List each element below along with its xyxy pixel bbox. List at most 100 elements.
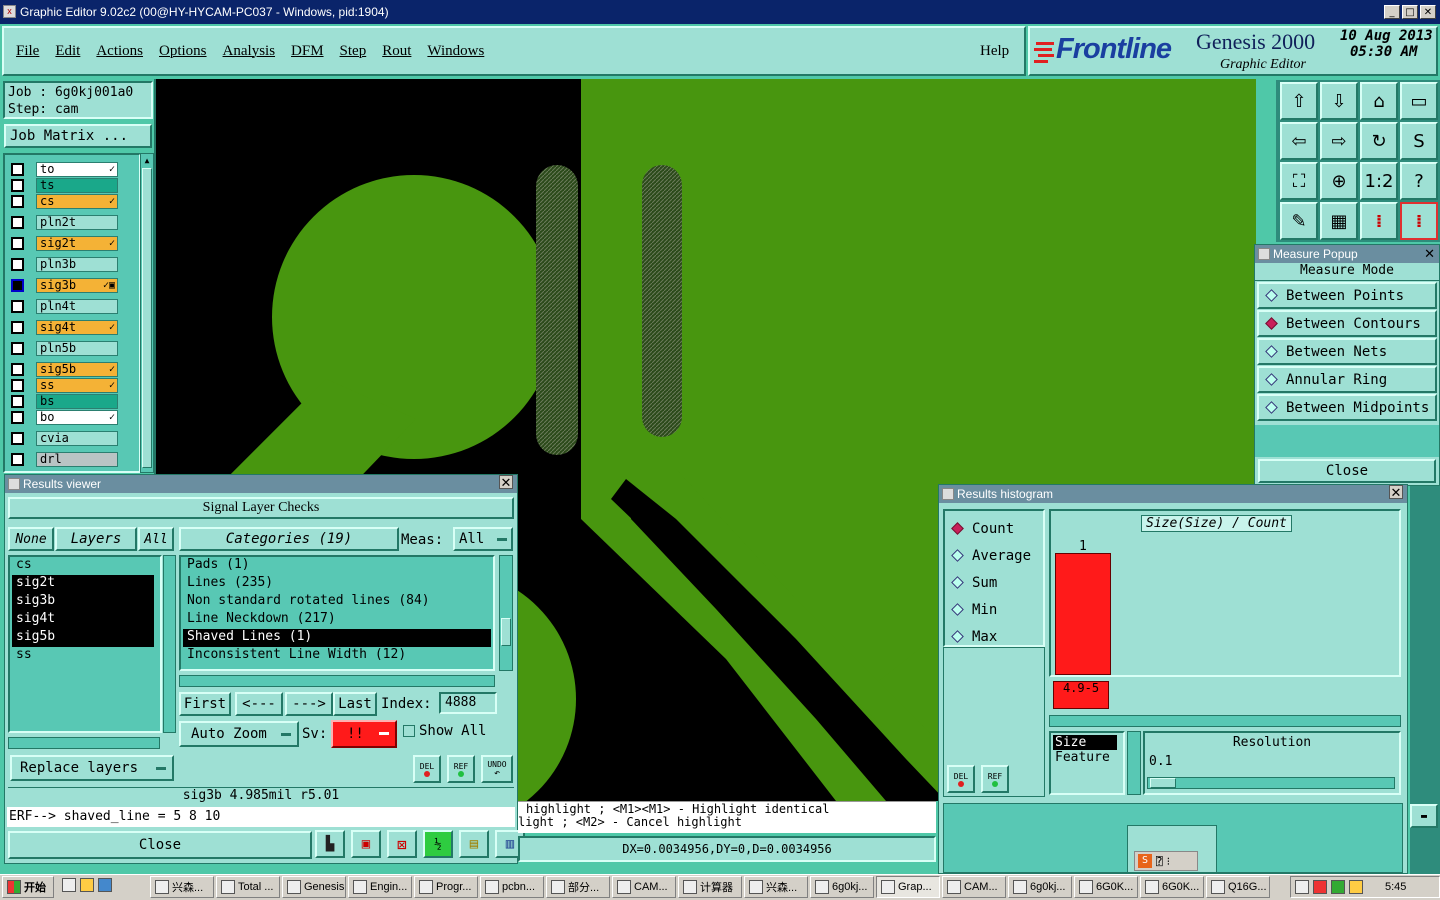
layer-name[interactable]: sig5b ✓ [36,361,118,377]
up-icon[interactable]: ⇧ [1280,82,1318,120]
menu-help[interactable]: Help [980,43,1009,60]
layer-scrollbar[interactable]: ▲ [140,153,154,473]
measure-option[interactable]: Between Nets [1257,338,1437,365]
layer-name[interactable]: to ✓ [36,161,118,177]
taskbar-item[interactable]: 兴森... [150,876,214,898]
measure-close-button[interactable]: Close [1258,459,1436,483]
layer-row-pln3b[interactable]: pln3b [11,256,118,272]
layer-checkbox[interactable] [11,299,24,313]
taskbar-item[interactable]: Engin... [348,876,412,898]
dropdown-icon[interactable]: ⁝ [1167,855,1171,868]
home-icon[interactable]: ⌂ [1360,82,1398,120]
layer-row-sig5b[interactable]: sig5b ✓ [11,361,118,377]
menu-dfm[interactable]: DFM [291,43,324,60]
taskbar-item[interactable]: pcbn... [480,876,544,898]
highlight-tool-icon[interactable]: ▙ [315,830,345,858]
record-tool-icon[interactable]: ▣ [351,830,381,858]
category-item[interactable]: Non standard rotated lines (84) [183,593,491,611]
menu-rout[interactable]: Rout [382,43,411,60]
histogram-bar[interactable] [1055,553,1111,675]
result-layer-item[interactable]: sig2t [12,575,154,593]
layer-name[interactable]: bo ✓ [36,409,118,425]
layer-name[interactable]: sig3b ✓▣ [36,277,118,293]
layer-name[interactable]: pln2t [36,214,118,230]
clock-app-icon[interactable] [80,878,94,892]
one-to-two-icon[interactable]: 1:2 [1360,162,1398,200]
taskbar-item[interactable]: CAM... [612,876,676,898]
del-button[interactable]: DEL [413,755,441,783]
category-vscroll[interactable] [499,555,513,671]
taskbar-item[interactable]: Grap... [876,876,940,898]
layer-row-drl[interactable]: drl [11,451,118,467]
maximize-button[interactable]: □ [1402,5,1418,19]
layer-checkbox[interactable] [11,362,24,376]
chart-hscroll[interactable] [1049,715,1401,727]
fit-icon[interactable]: ⛶ [1280,162,1318,200]
measure-popup-close-icon[interactable]: ✕ [1424,246,1435,262]
results-close-button[interactable]: Close [8,831,312,859]
layer-row-pln2t[interactable]: pln2t [11,214,118,230]
layer-checkbox[interactable] [11,278,24,292]
input-method-icon[interactable]: S [1138,854,1152,868]
hist-ref-button[interactable]: REF [981,765,1009,793]
layer-name[interactable]: cvia [36,430,118,446]
resolution-slider[interactable] [1147,777,1395,789]
right-icon[interactable]: ⇨ [1320,122,1358,160]
undo-button[interactable]: UNDO ↶ [481,755,513,783]
tray-icon-3[interactable] [1331,880,1345,894]
measure-icon[interactable]: ⁞ [1400,202,1438,240]
show-all-checkbox[interactable] [403,725,415,737]
taskbar-item[interactable]: 6g0kj... [1008,876,1072,898]
last-button[interactable]: Last [333,692,377,716]
result-layer-item[interactable]: sig5b [12,629,154,647]
taskbar-item[interactable]: 6g0kj... [810,876,874,898]
first-button[interactable]: First [179,692,231,716]
taskbar-item[interactable]: 6G0K... [1140,876,1204,898]
layer-row-sig3b[interactable]: sig3b ✓▣ [11,277,118,293]
measure-option[interactable]: Between Contours [1257,310,1437,337]
replace-layers-select[interactable]: Replace layers [10,755,174,781]
result-layer-item[interactable]: sig4t [12,611,154,629]
histogram-mode-option[interactable]: Max [945,623,1043,650]
layer-name[interactable]: sig4t ✓ [36,319,118,335]
window-icon[interactable]: ▭ [1400,82,1438,120]
size-item[interactable]: Size [1053,735,1117,750]
layer-name[interactable]: cs ✓ [36,193,118,209]
histogram-close-icon[interactable]: ✕ [1389,485,1403,500]
layer-name[interactable]: sig2t ✓ [36,235,118,251]
menu-step[interactable]: Step [340,43,367,60]
ime-toolbar[interactable]: S ⍰ ⁝ [1134,851,1198,871]
meas-select[interactable]: All [453,527,513,551]
grid-icon[interactable]: ▦ [1320,202,1358,240]
layer-row-bo[interactable]: bo ✓ [11,409,118,425]
help-icon[interactable]: ⍰ [1156,855,1163,868]
layer-name[interactable]: ss ✓ [36,377,118,393]
taskbar-item[interactable]: Q16G... [1206,876,1270,898]
results-viewer-close-icon[interactable]: ✕ [499,475,513,490]
layer-row-ss[interactable]: ss ✓ [11,377,118,393]
start-button[interactable]: 开始 [2,876,54,898]
layer-checkbox[interactable] [11,431,24,445]
number-tool-icon[interactable]: ½ [423,830,453,858]
tray-icon-1[interactable] [1295,880,1309,894]
menu-actions[interactable]: Actions [96,43,143,60]
category-item[interactable]: Inconsistent Line Width (12) [183,647,491,665]
taskbar-item[interactable]: 部分... [546,876,610,898]
layer-checkbox[interactable] [11,341,24,355]
taskbar-item[interactable]: Progr... [414,876,478,898]
none-button[interactable]: None [8,527,54,551]
measure-option[interactable]: Between Points [1257,282,1437,309]
layer-row-sig2t[interactable]: sig2t ✓ [11,235,118,251]
histogram-mode-option[interactable]: Count [945,515,1043,542]
measure-option[interactable]: Annular Ring [1257,366,1437,393]
zoom-icon[interactable]: ⊕ [1320,162,1358,200]
layer-checkbox[interactable] [11,452,24,466]
layer-row-ts[interactable]: ts [11,177,118,193]
snap-icon[interactable]: ⁞ [1360,202,1398,240]
next-button[interactable]: ---> [285,692,333,716]
layer-checkbox[interactable] [11,320,24,334]
layer-row-to[interactable]: to ✓ [11,161,118,177]
menu-edit[interactable]: Edit [55,43,80,60]
flip-icon[interactable]: ↻ [1360,122,1398,160]
question-icon[interactable]: ? [1400,162,1438,200]
